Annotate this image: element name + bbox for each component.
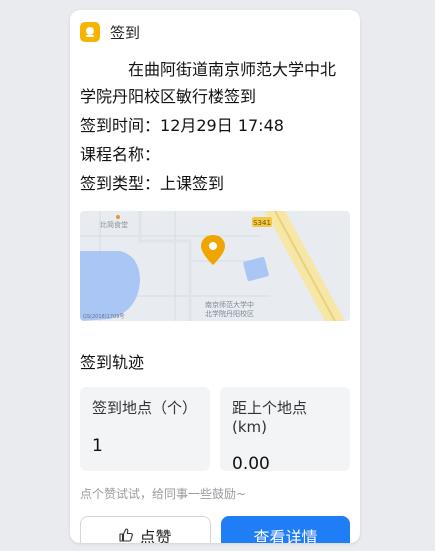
thumbs-up-icon (119, 527, 134, 544)
map-copyright: GS(2018)1709号 (83, 314, 124, 320)
checkin-type-value: 上课签到 (160, 174, 225, 193)
location-line-2: 学院丹阳校区敏行楼签到 (80, 87, 257, 106)
campus-label-1: 南京师范大学中 (205, 300, 254, 309)
checkin-type-label: 签到类型： (80, 174, 161, 193)
like-button-label: 点赞 (139, 528, 172, 543)
stat-checkin-count: 签到地点（个） 1 (80, 387, 210, 471)
checkin-time-value: 12月29日 17:48 (160, 116, 284, 135)
track-stats: 签到地点（个） 1 距上个地点(km) 0.00 (80, 387, 350, 474)
like-hint: 点个赞试试，给同事一些鼓励~ (80, 487, 247, 501)
checkin-app-icon (80, 22, 100, 42)
view-details-label: 查看详情 (253, 528, 318, 543)
checkin-type-row: 签到类型：上课签到 (80, 170, 350, 197)
view-details-button[interactable]: 查看详情 (221, 516, 350, 543)
campus-label-2: 北学院丹阳校区 (205, 309, 254, 318)
card-title: 签到 (110, 23, 141, 42)
course-name-row: 课程名称： (80, 141, 350, 168)
stat-value: 0.00 (232, 454, 270, 474)
checkin-card: 签到 在曲阿街道南京师范大学中北 学院丹阳校区敏行楼签到 签到时间：12月29日… (70, 10, 360, 543)
stat-value: 1 (92, 436, 103, 456)
action-buttons: 点赞 查看详情 (80, 516, 350, 543)
stat-distance: 距上个地点(km) 0.00 (220, 387, 350, 474)
card-header: 签到 (80, 10, 350, 54)
location-map[interactable]: S341 比简食堂 南京师范大学中 北学院丹阳校区 GS(2018)1709号 (80, 211, 350, 321)
checkin-time-label: 签到时间： (80, 116, 161, 135)
checkin-location: 在曲阿街道南京师范大学中北 学院丹阳校区敏行楼签到 (80, 56, 350, 110)
course-name-label: 课程名称： (80, 145, 161, 164)
track-section-title: 签到轨迹 (80, 353, 145, 372)
like-button[interactable]: 点赞 (80, 516, 211, 543)
checkin-time-row: 签到时间：12月29日 17:48 (80, 112, 350, 139)
location-line-1: 在曲阿街道南京师范大学中北 (128, 60, 337, 79)
stat-label: 距上个地点(km) (232, 399, 308, 436)
stat-label: 签到地点（个） (92, 399, 198, 417)
map-canvas: S341 比简食堂 南京师范大学中 北学院丹阳校区 GS(2018)1709号 (80, 211, 350, 321)
road-label: S341 (253, 219, 271, 227)
poi-canteen-label: 比简食堂 (100, 220, 128, 229)
